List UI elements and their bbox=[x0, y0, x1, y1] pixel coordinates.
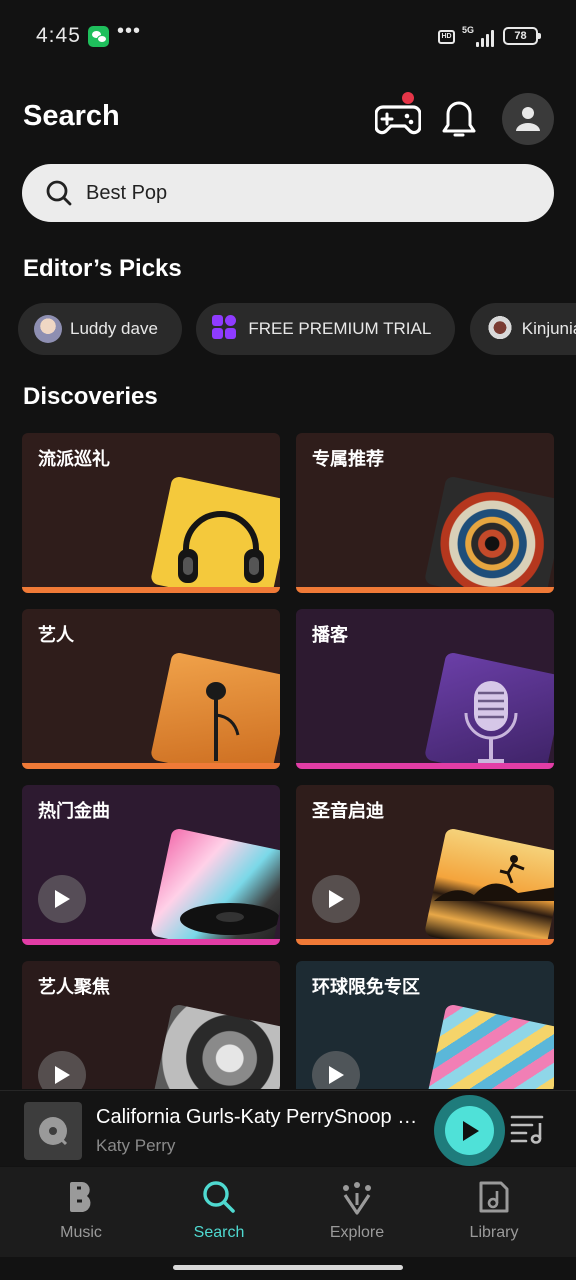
play-icon bbox=[329, 890, 344, 908]
search-icon bbox=[46, 180, 72, 206]
search-bar[interactable] bbox=[22, 164, 554, 222]
card-title: 热门金曲 bbox=[38, 801, 110, 822]
singer-photo-artwork bbox=[149, 1003, 280, 1089]
headphones-artwork bbox=[149, 475, 280, 593]
page-title: Search bbox=[23, 100, 120, 132]
card-podcasts[interactable]: 播客 bbox=[296, 609, 554, 769]
discoveries-grid: 流派巡礼 专属推荐 艺人 播客 热门金曲 圣音启迪 艺人聚焦 环球限免专区 bbox=[22, 433, 554, 1089]
play-button[interactable] bbox=[312, 875, 360, 923]
podcast-microphone-artwork bbox=[423, 651, 554, 769]
card-accent-bar bbox=[22, 587, 280, 593]
card-spiritual[interactable]: 圣音启迪 bbox=[296, 785, 554, 945]
play-pause-button[interactable] bbox=[434, 1095, 505, 1166]
card-accent-bar bbox=[22, 939, 280, 945]
track-title: California Gurls-Katy PerrySnoop Dogg bbox=[96, 1106, 426, 1128]
user-icon bbox=[516, 107, 540, 131]
card-artists[interactable]: 艺人 bbox=[22, 609, 280, 769]
play-icon bbox=[55, 890, 70, 908]
artist-thumbnail bbox=[485, 315, 514, 343]
sunset-jump-artwork bbox=[423, 827, 554, 945]
premium-grid-icon bbox=[212, 315, 240, 343]
status-time: 4:45 bbox=[36, 24, 81, 47]
track-artist: Katy Perry bbox=[96, 1136, 176, 1155]
bell-icon[interactable] bbox=[434, 94, 484, 144]
library-icon bbox=[479, 1181, 509, 1213]
card-genres[interactable]: 流派巡礼 bbox=[22, 433, 280, 593]
album-cover bbox=[24, 1102, 82, 1160]
search-input[interactable] bbox=[86, 164, 526, 222]
mini-player[interactable]: California Gurls-Katy PerrySnoop Dogg Ka… bbox=[0, 1090, 576, 1166]
gamepad-icon[interactable] bbox=[373, 94, 423, 144]
artist-thumbnail bbox=[34, 315, 62, 343]
hd-voice-icon: HD bbox=[438, 30, 455, 44]
battery-icon: 78 bbox=[503, 27, 541, 45]
nav-label: Library bbox=[469, 1224, 519, 1241]
chip-label: Luddy dave bbox=[70, 319, 158, 338]
nav-library[interactable]: Library bbox=[425, 1167, 563, 1257]
discoveries-title: Discoveries bbox=[23, 383, 158, 410]
disc-icon bbox=[39, 1117, 68, 1146]
chip-label: Kinjunia bbox=[521, 319, 576, 338]
notification-dot bbox=[402, 92, 414, 104]
card-accent-bar bbox=[296, 587, 554, 593]
card-title: 艺人 bbox=[38, 625, 74, 646]
abstract-vinyl-artwork bbox=[423, 475, 554, 593]
card-hot-hits[interactable]: 热门金曲 bbox=[22, 785, 280, 945]
card-title: 环球限免专区 bbox=[312, 977, 420, 998]
psychedelic-waves-artwork bbox=[423, 1003, 554, 1089]
search-icon bbox=[203, 1181, 235, 1213]
bottom-navigation: Music Search Explore Library bbox=[0, 1167, 576, 1257]
card-accent-bar bbox=[296, 763, 554, 769]
card-artist-spotlight[interactable]: 艺人聚焦 bbox=[22, 961, 280, 1089]
turntable-artwork bbox=[149, 827, 280, 945]
nav-explore[interactable]: Explore bbox=[288, 1167, 426, 1257]
home-indicator[interactable] bbox=[173, 1265, 403, 1270]
play-icon bbox=[462, 1120, 479, 1141]
signal-icon: 5G bbox=[462, 25, 496, 47]
avatar[interactable] bbox=[502, 93, 554, 145]
wechat-notification-icon bbox=[88, 26, 109, 47]
playlist-queue-icon[interactable] bbox=[510, 1113, 546, 1145]
microphone-artwork bbox=[149, 651, 280, 769]
chip-luddy-dave[interactable]: Luddy dave bbox=[18, 303, 182, 355]
card-title: 艺人聚焦 bbox=[38, 977, 110, 998]
nav-label: Explore bbox=[329, 1224, 385, 1241]
nav-label: Search bbox=[193, 1224, 245, 1241]
nav-music[interactable]: Music bbox=[12, 1167, 150, 1257]
card-accent-bar bbox=[22, 763, 280, 769]
status-bar: 4:45 ••• HD 5G 78 bbox=[0, 0, 576, 72]
editors-picks-title: Editor’s Picks bbox=[23, 255, 182, 282]
card-title: 专属推荐 bbox=[312, 449, 384, 470]
network-type: 5G bbox=[462, 25, 475, 35]
play-button[interactable] bbox=[38, 1051, 86, 1089]
chip-label: FREE PREMIUM TRIAL bbox=[248, 319, 432, 338]
play-button[interactable] bbox=[312, 1051, 360, 1089]
play-icon bbox=[55, 1066, 70, 1084]
chip-free-premium-trial[interactable]: FREE PREMIUM TRIAL bbox=[196, 303, 456, 355]
music-logo-icon bbox=[70, 1182, 91, 1212]
card-title: 播客 bbox=[312, 625, 348, 646]
play-button[interactable] bbox=[38, 875, 86, 923]
card-title: 圣音启迪 bbox=[312, 801, 384, 822]
explore-icon bbox=[343, 1182, 371, 1215]
more-notifications-icon: ••• bbox=[117, 20, 142, 42]
card-for-you[interactable]: 专属推荐 bbox=[296, 433, 554, 593]
card-global-free-zone[interactable]: 环球限免专区 bbox=[296, 961, 554, 1089]
nav-label: Music bbox=[60, 1224, 102, 1241]
chip-kinjunia[interactable]: Kinjunia bbox=[469, 303, 576, 355]
nav-search[interactable]: Search bbox=[150, 1167, 288, 1257]
editors-picks-chips: Luddy dave FREE PREMIUM TRIAL Kinjunia bbox=[18, 303, 576, 355]
card-title: 流派巡礼 bbox=[38, 449, 110, 470]
play-icon bbox=[329, 1066, 344, 1084]
card-accent-bar bbox=[296, 939, 554, 945]
